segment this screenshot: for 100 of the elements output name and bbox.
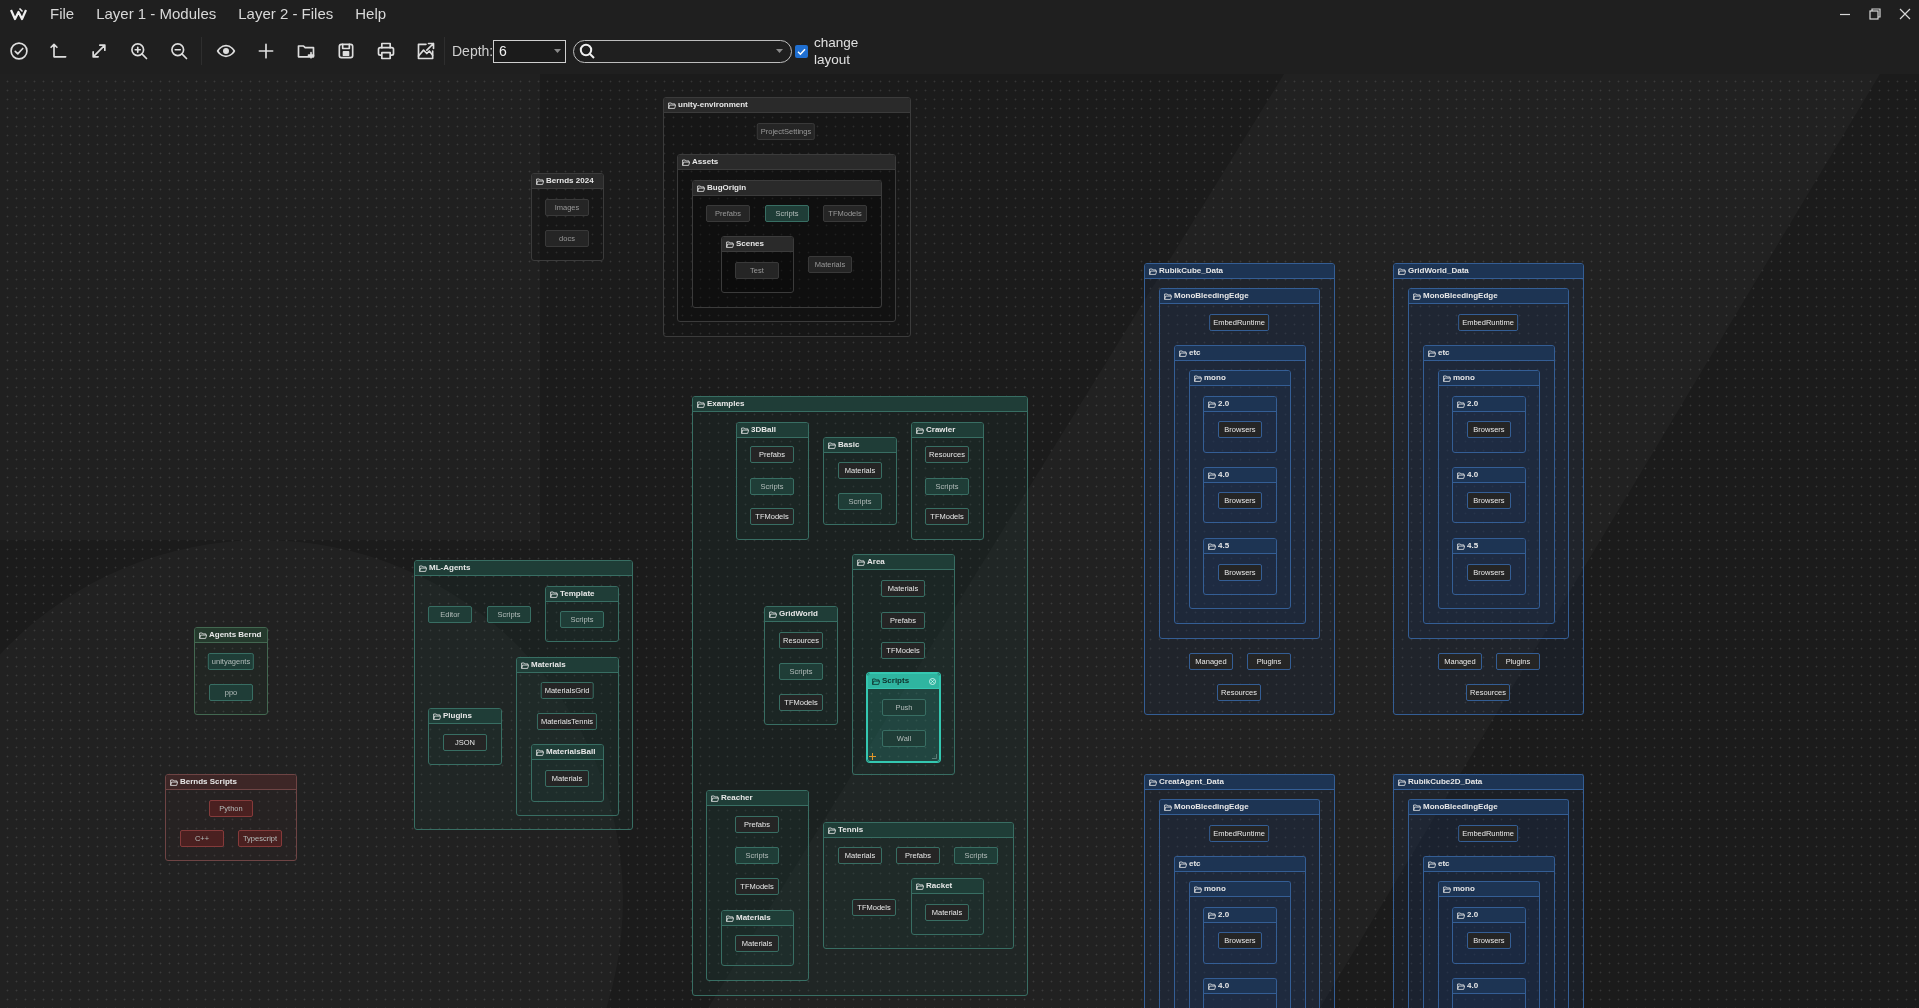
folder-icon	[199, 631, 207, 639]
plus-icon[interactable]	[256, 41, 276, 61]
folder-name: CreatAgent_Data	[1159, 778, 1224, 786]
menu-item[interactable]: Layer 2 - Files	[227, 0, 345, 28]
folder-name: Template	[560, 590, 595, 598]
folder-header[interactable]: MonoBleedingEdge	[1160, 289, 1319, 304]
close-icon[interactable]	[1899, 8, 1911, 20]
folder-header[interactable]: 2.0	[1204, 908, 1276, 923]
folder-header[interactable]: etc	[1424, 857, 1554, 872]
folder-header[interactable]: 2.0	[1453, 908, 1525, 923]
folder-name: Tennis	[838, 826, 864, 834]
folder-icon	[741, 426, 749, 434]
crosshair-icon[interactable]	[869, 753, 876, 760]
folder-header[interactable]: etc	[1424, 346, 1554, 361]
folder-icon	[1208, 982, 1216, 990]
folder-header[interactable]: Agents Bernd	[195, 628, 267, 643]
folder-header[interactable]: 4.0	[1204, 468, 1276, 483]
folder-header[interactable]: 2.0	[1453, 397, 1525, 412]
folder-header[interactable]: Basic	[824, 438, 896, 453]
folder-header[interactable]: 4.0	[1453, 979, 1525, 994]
folder-header[interactable]: mono	[1190, 882, 1290, 897]
folder-header[interactable]: 4.5	[1453, 539, 1525, 554]
menu-item[interactable]: File	[39, 0, 86, 28]
folder-header[interactable]: Materials	[517, 658, 618, 673]
folder-header[interactable]: Tennis	[824, 823, 1013, 838]
folder-header[interactable]: GridWorld_Data	[1394, 264, 1583, 279]
folder-header[interactable]: 3DBall	[737, 423, 808, 438]
folder-header[interactable]: Area	[853, 555, 954, 570]
folder-header[interactable]: 4.0	[1204, 979, 1276, 994]
resize-handle-icon[interactable]	[932, 754, 937, 759]
caret-icon	[776, 49, 783, 53]
folder-name: 2.0	[1467, 400, 1479, 408]
folder-name: 2.0	[1218, 400, 1230, 408]
folder-header[interactable]: 4.5	[1204, 539, 1276, 554]
folder-group[interactable]: 4.0	[1203, 978, 1277, 1008]
folder-name: etc	[1189, 860, 1201, 868]
folder-name: Crawler	[926, 426, 956, 434]
folder-name: BugOrigin	[707, 184, 747, 192]
folder-header[interactable]: etc	[1175, 346, 1305, 361]
folder-header[interactable]: Examples	[693, 397, 1027, 412]
zoom-out-icon[interactable]	[169, 41, 189, 61]
folder-icon	[1428, 860, 1436, 868]
folder-icon	[1443, 885, 1451, 893]
folder-icon	[916, 882, 924, 890]
folder-header[interactable]: Materials	[722, 911, 793, 926]
folder-header[interactable]: 2.0	[1204, 397, 1276, 412]
up-arrow-icon[interactable]	[49, 41, 69, 61]
folder-header[interactable]: MonoBleedingEdge	[1160, 800, 1319, 815]
folder-name: Area	[867, 558, 885, 566]
folder-header[interactable]: BugOrigin	[693, 181, 881, 196]
folder-icon	[1428, 349, 1436, 357]
folder-group[interactable]: 4.0	[1452, 978, 1526, 1008]
folder-header[interactable]: MaterialsBall	[532, 745, 603, 760]
folder-icon	[1149, 778, 1157, 786]
folder-group[interactable]	[692, 396, 1028, 996]
folder-header[interactable]: mono	[1439, 882, 1539, 897]
image-export-icon[interactable]	[416, 41, 436, 61]
folder-header[interactable]: Template	[546, 587, 618, 602]
folder-header[interactable]: mono	[1439, 371, 1539, 386]
depth-dropdown[interactable]: 6	[493, 39, 566, 63]
folder-name: 4.0	[1218, 982, 1230, 990]
folder-name: Plugins	[443, 712, 472, 720]
folder-header[interactable]: GridWorld	[765, 607, 837, 622]
save-icon[interactable]	[336, 41, 356, 61]
expand-icon[interactable]	[89, 41, 109, 61]
restore-icon[interactable]	[1869, 8, 1881, 20]
check-circle-icon[interactable]	[9, 41, 29, 61]
folder-header[interactable]: 4.0	[1453, 468, 1525, 483]
folder-icon	[1179, 860, 1187, 868]
folder-name: MonoBleedingEdge	[1423, 803, 1498, 811]
folder-header[interactable]: Crawler	[912, 423, 983, 438]
folder-header[interactable]: Assets	[678, 155, 895, 170]
print-icon[interactable]	[376, 41, 396, 61]
folder-header[interactable]: Scripts	[868, 674, 939, 689]
folder-header[interactable]: RubikCube2D_Data	[1394, 775, 1583, 790]
folder-name: MonoBleedingEdge	[1423, 292, 1498, 300]
folder-header[interactable]: Scenes	[722, 237, 793, 252]
folder-header[interactable]: Reacher	[707, 791, 808, 806]
folder-header[interactable]: Bernds 2024	[532, 174, 603, 189]
change-layout-checkbox[interactable]	[795, 44, 808, 58]
folder-header[interactable]: MonoBleedingEdge	[1409, 800, 1568, 815]
menu-item[interactable]: Layer 1 - Modules	[85, 0, 228, 28]
folder-header[interactable]: CreatAgent_Data	[1145, 775, 1334, 790]
folder-header[interactable]: etc	[1175, 857, 1305, 872]
folder-header[interactable]: ML-Agents	[415, 561, 632, 576]
folder-header[interactable]: MonoBleedingEdge	[1409, 289, 1568, 304]
folder-header[interactable]: Plugins	[429, 709, 501, 724]
folder-header[interactable]: unity-environment	[664, 98, 910, 113]
folder-header[interactable]: Bernds Scripts	[166, 775, 296, 790]
folder-name: GridWorld	[779, 610, 818, 618]
folder-icon	[536, 177, 544, 185]
folder-header[interactable]: RubikCube_Data	[1145, 264, 1334, 279]
menu-item[interactable]: Help	[344, 0, 398, 28]
depth-label: Depth:	[452, 43, 493, 59]
zoom-in-icon[interactable]	[129, 41, 149, 61]
folder-header[interactable]: Racket	[912, 879, 983, 894]
folder-icon	[1398, 267, 1406, 275]
folder-icon	[1164, 292, 1172, 300]
folder-icon	[1457, 542, 1465, 550]
folder-header[interactable]: mono	[1190, 371, 1290, 386]
